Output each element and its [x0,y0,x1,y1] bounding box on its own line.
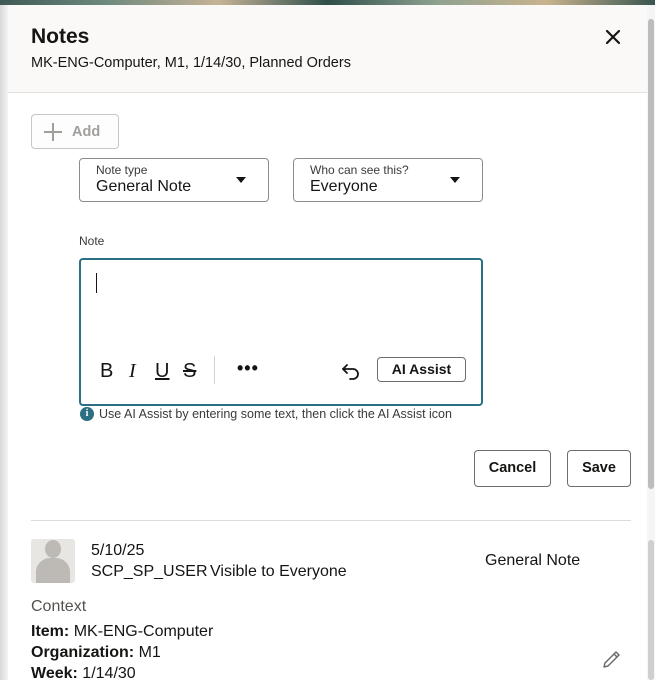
context-label: Item: [31,623,70,640]
underline-icon[interactable]: U [155,359,169,383]
strikethrough-icon[interactable]: S [183,359,196,383]
chevron-down-icon [450,177,460,183]
context-week: Week: 1/14/30 [31,665,136,680]
edit-pencil-icon[interactable] [601,648,623,670]
context-label: Organization: [31,644,135,661]
more-options-icon[interactable]: ••• [237,356,259,380]
context-item: Item: MK-ENG-Computer [31,623,213,641]
context-heading: Context [31,598,87,615]
editor-toolbar: B I U S ••• AI Assist [81,356,481,386]
ai-assist-button[interactable]: AI Assist [377,357,466,382]
hint-text: Use AI Assist by entering some text, the… [99,407,452,421]
avatar-body [36,558,70,583]
add-button-label: Add [72,123,101,140]
note-type-text: General Note [485,552,581,569]
note-editor[interactable]: B I U S ••• AI Assist [79,258,483,406]
visibility-label: Who can see this? [310,163,409,177]
context-label: Week: [31,665,78,680]
ai-assist-hint: i Use AI Assist by entering some text, t… [80,407,452,421]
close-icon [605,29,621,45]
note-author: SCP_SP_USER [91,563,208,580]
note-type-select[interactable]: Note type General Note [79,158,269,202]
scrollbar-thumb-lower[interactable] [648,540,654,680]
scrollbar[interactable] [647,5,655,680]
undo-icon[interactable] [340,360,362,382]
page-title: Notes [31,25,90,48]
note-date: 5/10/25 [91,542,145,559]
cancel-button[interactable]: Cancel [474,450,551,487]
backdrop-edge [0,5,8,680]
context-value: 1/14/30 [82,665,136,680]
note-visibility: Visible to Everyone [210,563,347,580]
toolbar-divider [214,356,215,384]
save-button[interactable]: Save [567,450,631,487]
context-value: M1 [138,644,161,661]
avatar [31,539,75,583]
plus-icon [44,122,62,141]
avatar-head [45,540,61,558]
info-icon: i [80,407,94,421]
text-cursor [96,273,97,293]
section-divider [31,520,631,521]
note-field-label: Note [79,234,105,248]
chevron-down-icon [236,177,246,183]
visibility-select[interactable]: Who can see this? Everyone [293,158,483,202]
bold-icon[interactable]: B [100,359,113,383]
context-organization: Organization: M1 [31,644,161,662]
context-value: MK-ENG-Computer [73,623,214,640]
italic-icon[interactable]: I [129,359,136,383]
scrollbar-thumb[interactable] [648,19,654,489]
page-subtitle: MK-ENG-Computer, M1, 1/14/30, Planned Or… [31,55,351,71]
drawer-header: Notes MK-ENG-Computer, M1, 1/14/30, Plan… [8,5,647,93]
note-type-label: Note type [96,163,148,177]
close-button[interactable] [601,25,625,49]
add-button[interactable]: Add [31,114,119,149]
